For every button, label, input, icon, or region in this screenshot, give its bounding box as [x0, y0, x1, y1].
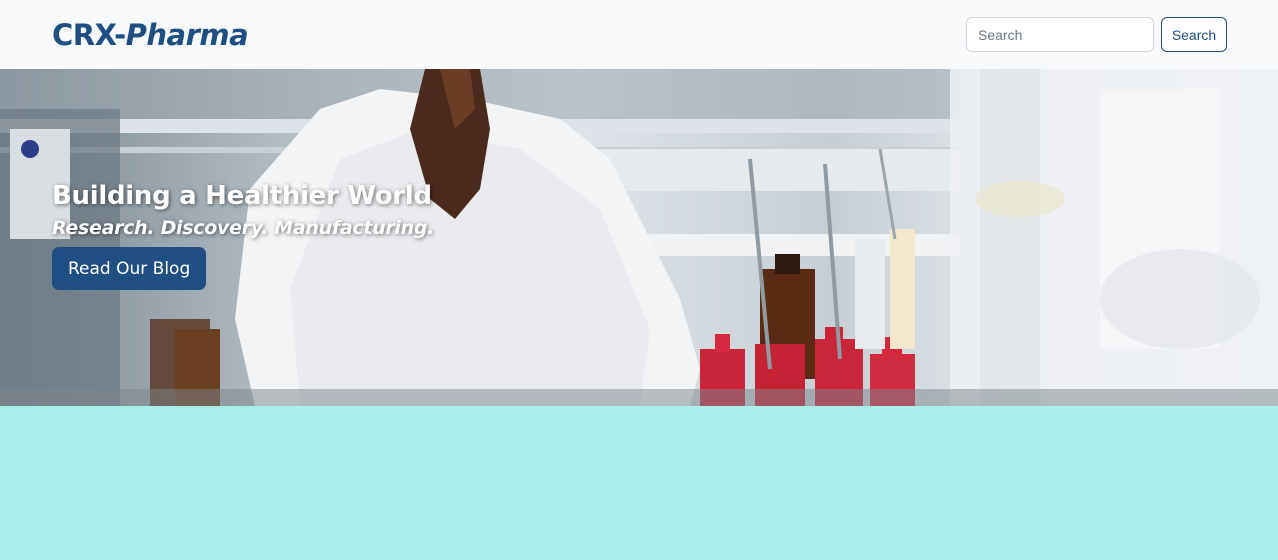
search-form: Search — [966, 17, 1227, 52]
hero-subtitle: Research. Discovery. Manufacturing. — [52, 217, 435, 239]
hero-title: Building a Healthier World — [52, 181, 432, 211]
content-area — [0, 406, 1278, 560]
search-input[interactable] — [966, 17, 1154, 52]
brand-logo[interactable]: CRX-Pharma — [52, 17, 249, 52]
read-blog-button[interactable]: Read Our Blog — [52, 247, 207, 290]
top-navbar: CRX-Pharma Search — [0, 0, 1278, 69]
brand-prefix: CRX- — [52, 17, 126, 52]
hero-banner: Building a Healthier World Research. Dis… — [0, 69, 1278, 406]
hero-content: Building a Healthier World Research. Dis… — [52, 181, 434, 290]
search-button[interactable]: Search — [1161, 17, 1227, 52]
brand-suffix: Pharma — [125, 17, 249, 52]
